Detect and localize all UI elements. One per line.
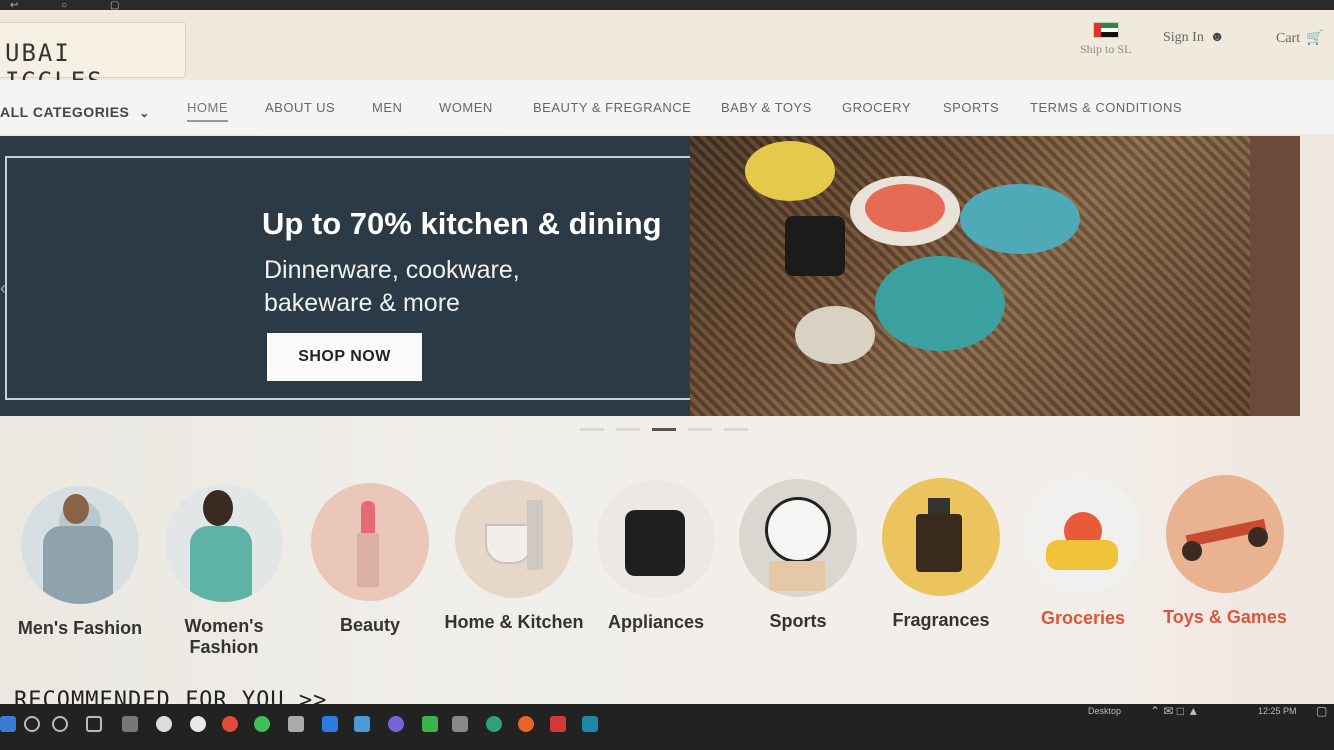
- uae-flag-icon: [1092, 22, 1119, 38]
- category-appliances[interactable]: Appliances: [586, 480, 726, 633]
- category-label: Groceries: [1040, 608, 1126, 628]
- hero-image-dining-table: [690, 136, 1250, 416]
- all-categories-label: ALL CATEGORIES: [0, 104, 130, 120]
- carousel-indicators: [580, 428, 748, 431]
- hero-title: Up to 70% kitchen & dining: [262, 206, 662, 241]
- shop-now-button[interactable]: SHOP NOW: [267, 333, 422, 381]
- fragrances-image: [882, 478, 1000, 596]
- hero-subtitle: Dinnerware, cookware, bakeware & more: [264, 256, 520, 317]
- next-slide-preview: [1250, 136, 1300, 416]
- cart-label: Cart: [1276, 30, 1301, 46]
- logo[interactable]: UBAI IGGLES: [0, 22, 186, 95]
- app-icon[interactable]: [582, 716, 598, 732]
- file-explorer-icon[interactable]: [122, 716, 138, 732]
- carousel-dot-active[interactable]: [652, 428, 676, 431]
- cart-link[interactable]: Cart 🛒: [1276, 30, 1324, 47]
- chrome-icon[interactable]: [222, 716, 238, 732]
- category-label: Toys & Games: [1163, 607, 1287, 627]
- sign-in-label: Sign In: [1163, 30, 1204, 45]
- sports-image: [739, 479, 857, 597]
- chevron-down-icon: ⌄: [139, 106, 150, 120]
- windows-start-icon[interactable]: [0, 716, 16, 732]
- nav-item-women[interactable]: WOMEN: [439, 100, 493, 115]
- app-icon[interactable]: [422, 716, 438, 732]
- beauty-image: [311, 483, 429, 601]
- carousel-dot[interactable]: [616, 428, 640, 431]
- user-icon: ☻: [1209, 30, 1225, 45]
- category-fragrances[interactable]: Fragrances: [871, 478, 1011, 631]
- category-groceries[interactable]: Groceries: [1013, 476, 1153, 629]
- all-categories-dropdown[interactable]: ALL CATEGORIES ⌄: [0, 104, 150, 120]
- hero-banner[interactable]: Up to 70% kitchen & dining Dinnerware, c…: [0, 136, 1300, 416]
- cortana-icon[interactable]: [52, 716, 68, 732]
- app-icon[interactable]: [288, 716, 304, 732]
- nav-item-grocery[interactable]: GROCERY: [842, 100, 911, 115]
- nav-item-home[interactable]: HOME: [187, 100, 228, 122]
- category-label: Fragrances: [892, 610, 990, 630]
- edge-icon[interactable]: [486, 716, 502, 732]
- tray-icons[interactable]: ⌃ ✉ □ ▲: [1150, 704, 1199, 718]
- nav-item-sports[interactable]: SPORTS: [943, 100, 999, 115]
- groceries-image: [1024, 476, 1142, 594]
- category-label: Women's Fashion: [184, 616, 264, 657]
- app-icon[interactable]: [550, 716, 566, 732]
- page-viewport: UBAI IGGLES Ship to SL Sign In ☻ Cart 🛒 …: [0, 10, 1334, 706]
- firefox-icon[interactable]: [518, 716, 534, 732]
- ship-to-selector[interactable]: Ship to SL: [1080, 22, 1131, 57]
- discord-icon[interactable]: [388, 716, 404, 732]
- search-icon[interactable]: [24, 716, 40, 732]
- category-label: Beauty: [339, 615, 401, 635]
- ship-to-label: Ship to SL: [1080, 42, 1132, 56]
- toys-games-image: [1166, 475, 1284, 593]
- category-home-kitchen[interactable]: Home & Kitchen: [444, 480, 584, 633]
- category-toys-games[interactable]: Toys & Games: [1155, 475, 1295, 628]
- carousel-dot[interactable]: [580, 428, 604, 431]
- carousel-prev-icon[interactable]: ‹: [0, 278, 6, 299]
- app-icon[interactable]: [190, 716, 206, 732]
- visual-studio-icon[interactable]: [354, 716, 370, 732]
- nav-item-beauty-fregrance[interactable]: BEAUTY & FREGRANCE: [533, 100, 691, 115]
- nav-item-men[interactable]: MEN: [372, 100, 402, 115]
- appliances-image: [597, 480, 715, 598]
- notification-icon[interactable]: ▢: [1316, 704, 1327, 718]
- clock[interactable]: 12:25 PM: [1258, 706, 1297, 716]
- carousel-dot[interactable]: [724, 428, 748, 431]
- category-womens-fashion[interactable]: Women's Fashion: [154, 484, 294, 658]
- task-view-icon[interactable]: [86, 716, 102, 732]
- nav-item-about-us[interactable]: ABOUT US: [265, 100, 335, 115]
- app-icon[interactable]: [452, 716, 468, 732]
- main-nav: ALL CATEGORIES ⌄ HOME ABOUT US MEN WOMEN …: [0, 80, 1334, 134]
- cart-icon: 🛒: [1306, 31, 1324, 46]
- category-sports[interactable]: Sports: [728, 479, 868, 632]
- category-beauty[interactable]: Beauty: [300, 483, 440, 636]
- sign-in-link[interactable]: Sign In ☻: [1163, 30, 1225, 46]
- category-label: Men's Fashion: [17, 618, 143, 638]
- windows-taskbar: Desktop ⌃ ✉ □ ▲ 12:25 PM ▢: [0, 704, 1334, 750]
- desktop-toolbar[interactable]: Desktop: [1088, 706, 1121, 716]
- category-label: Home & Kitchen: [444, 612, 584, 632]
- whatsapp-icon[interactable]: [254, 716, 270, 732]
- nav-item-terms-conditions[interactable]: TERMS & CONDITIONS: [1030, 100, 1182, 115]
- womens-fashion-image: [165, 484, 283, 602]
- carousel-dot[interactable]: [688, 428, 712, 431]
- nav-item-baby-toys[interactable]: BABY & TOYS: [721, 100, 812, 115]
- category-label: Sports: [769, 611, 827, 631]
- hero-text-panel: Up to 70% kitchen & dining Dinnerware, c…: [0, 136, 721, 416]
- category-mens-fashion[interactable]: Men's Fashion: [10, 486, 150, 639]
- mens-fashion-image: [21, 486, 139, 604]
- site-header: UBAI IGGLES Ship to SL Sign In ☻ Cart 🛒: [0, 10, 1334, 95]
- home-kitchen-image: [455, 480, 573, 598]
- obs-icon[interactable]: [156, 716, 172, 732]
- category-label: Appliances: [607, 612, 705, 632]
- vscode-icon[interactable]: [322, 716, 338, 732]
